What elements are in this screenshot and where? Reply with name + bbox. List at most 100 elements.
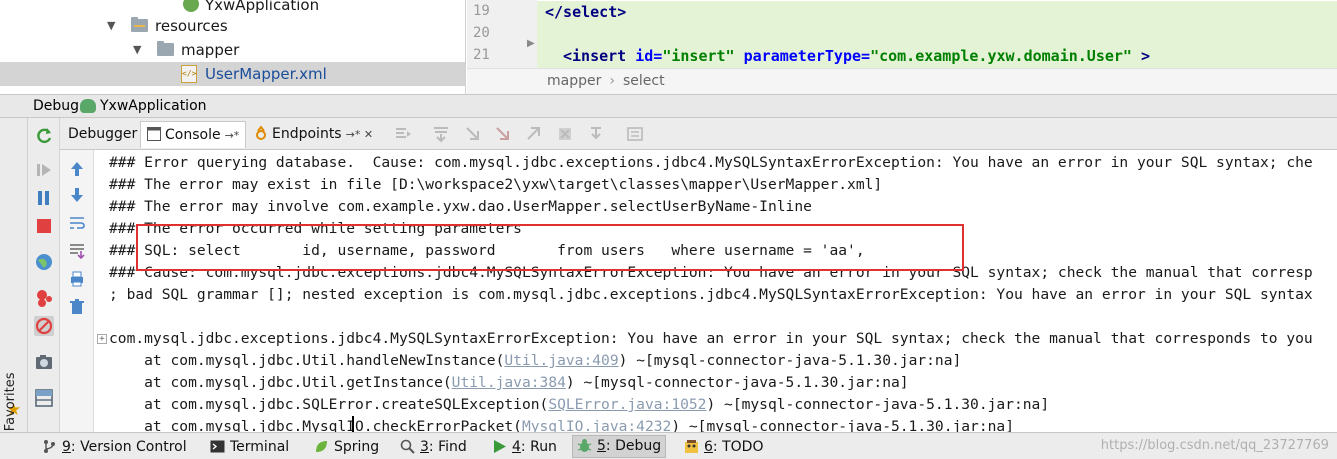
line-number: 19 [473, 3, 490, 19]
endpoints-icon [256, 126, 266, 140]
rerun-icon[interactable] [34, 126, 54, 146]
stop-icon[interactable] [34, 216, 54, 236]
run-button[interactable]: 4: Run [492, 437, 557, 457]
tree-item-usermapper-xml[interactable]: </> UserMapper.xml [0, 62, 465, 86]
run-to-cursor-icon[interactable] [588, 125, 606, 143]
breadcrumb-item[interactable]: mapper [547, 73, 601, 89]
editor-breadcrumb: mapper › select [467, 68, 1337, 94]
console-line: com.mysql.jdbc.exceptions.jdbc4.MySQLSyn… [109, 330, 1313, 347]
branch-icon [44, 440, 55, 453]
code-tag: <insert [563, 47, 627, 65]
tab-label: Debugger [68, 126, 138, 142]
debug-bug-icon [577, 439, 592, 452]
source-link[interactable]: MysqlIO.java:4232 [522, 418, 671, 432]
drop-frame-icon[interactable] [556, 125, 574, 143]
step-out-icon[interactable] [524, 125, 542, 143]
annotation-highlight-box [136, 224, 964, 271]
pin-icon[interactable]: →* [225, 129, 240, 142]
project-tree: YxwApplication ▼ resources ▼ mapper </> … [0, 0, 466, 94]
watermark-text: https://blog.csdn.net/qq_23727769 [1100, 438, 1329, 453]
stack-trace-line: at com.mysql.jdbc.MysqlIO.checkErrorPack… [109, 416, 1014, 432]
run-config-name[interactable]: YxwApplication [100, 95, 207, 117]
code-attr: id= [626, 47, 663, 65]
tab-console[interactable]: Console →* [140, 121, 247, 148]
breadcrumb-item[interactable]: select [623, 73, 665, 89]
spring-leaf-icon [316, 441, 327, 452]
close-icon[interactable]: →* ✕ [346, 128, 373, 141]
mute-breakpoints-icon[interactable] [34, 316, 54, 336]
resume-icon[interactable] [34, 160, 54, 180]
tree-item-resources[interactable]: ▼ resources [0, 14, 465, 38]
stack-trace-line: at com.mysql.jdbc.Util.getInstance(Util.… [109, 374, 909, 391]
code-editor[interactable]: 19 20 21 ▶ </select> <insert id="insert"… [467, 0, 1337, 94]
camera-icon[interactable] [34, 352, 54, 372]
console-icon [147, 127, 161, 141]
source-link[interactable]: Util.java:409 [504, 352, 618, 369]
find-button[interactable]: 3: Find [400, 437, 467, 457]
source-link[interactable]: SQLError.java:1052 [548, 396, 706, 413]
debug-tabs-row: Debugger Console →* Endpoints →* ✕ [60, 118, 1337, 150]
layout-icon[interactable] [34, 388, 54, 408]
tab-label: Endpoints [272, 126, 342, 142]
tab-endpoints[interactable]: Endpoints →* ✕ [248, 121, 379, 148]
find-icon [400, 439, 415, 454]
console-line: ### Error querying database. Cause: com.… [109, 154, 1313, 171]
arrow-down-icon[interactable] [69, 187, 85, 203]
tree-item-mapper[interactable]: ▼ mapper [0, 38, 465, 62]
run-icon [494, 440, 506, 453]
code-tag: > [1131, 47, 1151, 65]
console-output[interactable]: ### Error querying database. Cause: com.… [95, 150, 1337, 432]
debug-button[interactable]: 5: Debug [572, 435, 667, 458]
editor-gutter: 19 20 21 ▶ [467, 0, 537, 68]
code-tag: </select> [545, 3, 627, 21]
soft-wrap-icon[interactable] [69, 215, 85, 231]
source-link[interactable]: Util.java:384 [452, 374, 566, 391]
fold-arrow-icon[interactable]: ▶ [527, 38, 535, 49]
expand-icon[interactable]: + [97, 334, 107, 344]
tab-debugger[interactable]: Debugger [62, 121, 143, 148]
tree-item-label: UserMapper.xml [205, 65, 327, 83]
text-caret [352, 416, 354, 432]
todo-icon [685, 440, 698, 453]
trash-icon[interactable] [69, 299, 85, 315]
scroll-to-end-icon[interactable] [69, 243, 85, 259]
tree-item-label: resources [155, 17, 228, 35]
chevron-down-icon[interactable]: ▼ [133, 38, 141, 62]
code-value: "com.example.yxw.domain.User" [870, 47, 1132, 65]
print-icon[interactable] [69, 271, 85, 287]
console-line: ### The error may involve com.example.yx… [109, 198, 812, 215]
force-step-into-icon[interactable] [494, 125, 512, 143]
line-number: 21 [473, 47, 490, 63]
favorites-strip: ★ 2: Favorites [0, 118, 28, 448]
pause-icon[interactable] [34, 188, 54, 208]
code-line-21[interactable]: <insert id="insert" parameterType="com.e… [537, 45, 1337, 68]
stack-trace-line: at com.mysql.jdbc.Util.handleNewInstance… [109, 352, 962, 369]
spring-button[interactable]: Spring [314, 437, 379, 457]
folder-icon [157, 41, 174, 56]
chevron-down-icon[interactable]: ▼ [107, 14, 115, 38]
show-execution-point-icon[interactable] [394, 125, 412, 143]
version-control-button[interactable]: 9: Version Control [42, 437, 187, 457]
code-line-20[interactable] [537, 23, 1337, 45]
terminal-icon [210, 440, 225, 453]
breadcrumb-separator-icon: › [609, 73, 615, 89]
console-line: ; bad SQL grammar []; nested exception i… [109, 286, 1313, 303]
evaluate-expression-icon[interactable] [626, 125, 644, 143]
terminal-button[interactable]: Terminal [210, 437, 289, 457]
step-into-icon[interactable] [464, 125, 482, 143]
debug-title-bar: Debug YxwApplication [0, 94, 1337, 118]
stack-trace-line: at com.mysql.jdbc.SQLError.createSQLExce… [109, 396, 1050, 413]
view-breakpoints-icon[interactable] [34, 288, 54, 308]
debug-label: Debug [33, 98, 80, 114]
globe-icon[interactable] [34, 252, 54, 272]
arrow-up-icon[interactable] [69, 161, 85, 177]
todo-button[interactable]: 6: TODO [684, 437, 763, 457]
tab-label: Console [165, 127, 221, 143]
xml-file-icon: </> [181, 65, 197, 83]
line-number: 20 [473, 25, 490, 41]
tool-window-bar: 9: Version Control Terminal Spring 3: Fi… [0, 432, 1337, 459]
debug-bug-icon [80, 99, 96, 113]
tree-item-label: mapper [181, 41, 240, 59]
step-over-icon[interactable] [432, 125, 450, 143]
code-line-19[interactable]: </select> [537, 1, 1337, 24]
